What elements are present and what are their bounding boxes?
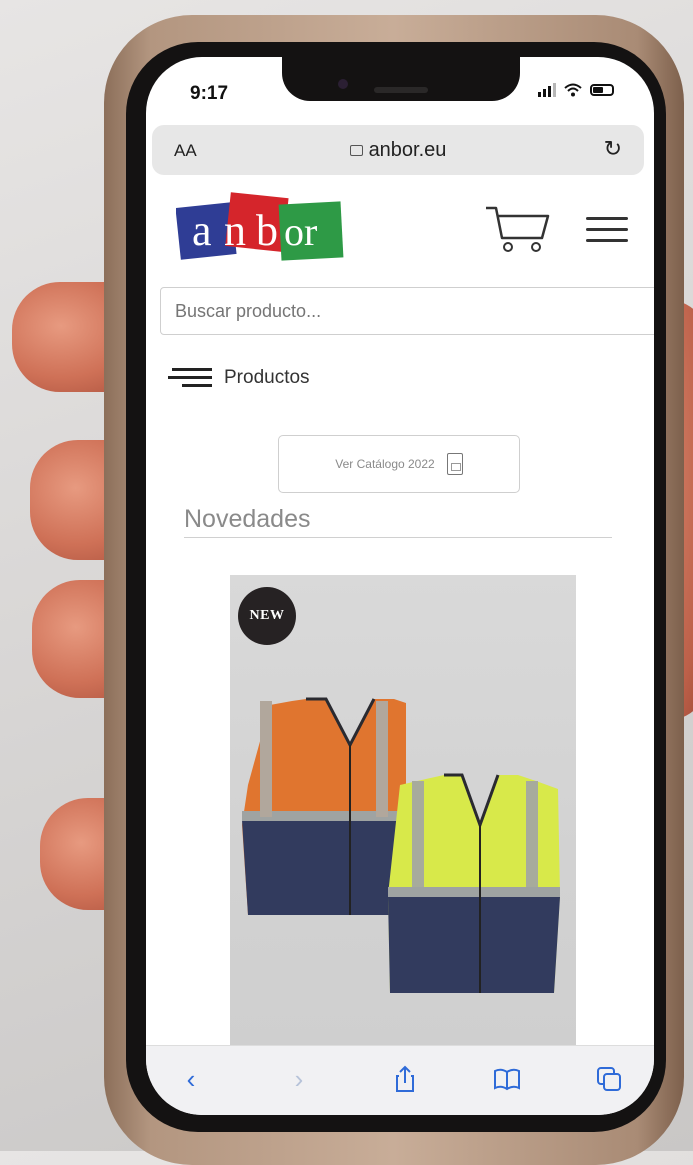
wifi-icon bbox=[564, 83, 582, 97]
catalog-button[interactable]: Ver Catálogo 2022 bbox=[278, 435, 520, 493]
products-menu-toggle[interactable]: Productos bbox=[168, 363, 310, 392]
menu-lines-icon bbox=[168, 363, 212, 392]
search-input[interactable] bbox=[160, 287, 654, 335]
forward-button[interactable]: › bbox=[284, 1064, 314, 1094]
phone-screen: 9:17 AA anbor.eu ↻ a n b or Buscar produ… bbox=[146, 57, 654, 1115]
cart-icon[interactable] bbox=[484, 204, 552, 254]
anbor-logo[interactable]: a n b or bbox=[176, 189, 346, 269]
hamburger-icon[interactable] bbox=[586, 217, 628, 245]
catalog-label: Ver Catálogo 2022 bbox=[335, 457, 435, 471]
url-field[interactable]: anbor.eu bbox=[152, 139, 644, 162]
logo-letter-n: n bbox=[224, 206, 246, 255]
notch bbox=[282, 57, 520, 101]
logo-letters-or: or bbox=[284, 209, 317, 254]
speaker bbox=[374, 87, 428, 93]
bookmarks-icon[interactable] bbox=[492, 1064, 522, 1094]
divider bbox=[184, 537, 612, 538]
status-icons bbox=[538, 83, 614, 97]
url-text: anbor.eu bbox=[368, 139, 447, 161]
lock-icon bbox=[349, 145, 363, 156]
address-bar[interactable]: AA anbor.eu ↻ bbox=[152, 125, 644, 175]
share-icon[interactable] bbox=[390, 1064, 420, 1094]
products-label: Productos bbox=[224, 366, 310, 388]
reload-icon[interactable]: ↻ bbox=[604, 136, 622, 162]
logo-letter-b: b bbox=[256, 206, 278, 255]
logo-letter-a: a bbox=[192, 206, 212, 255]
camera-icon bbox=[338, 79, 348, 89]
section-title: Novedades bbox=[184, 505, 311, 533]
signal-icon bbox=[538, 83, 556, 97]
safety-vests-photo bbox=[242, 697, 560, 993]
back-button[interactable]: ‹ bbox=[176, 1064, 206, 1094]
pdf-icon bbox=[446, 453, 463, 475]
status-time: 9:17 bbox=[190, 83, 229, 104]
browser-toolbar: ‹ › bbox=[146, 1045, 654, 1115]
product-image[interactable]: NEW bbox=[230, 575, 576, 1047]
battery-icon bbox=[590, 84, 614, 96]
tabs-icon[interactable] bbox=[594, 1064, 624, 1094]
